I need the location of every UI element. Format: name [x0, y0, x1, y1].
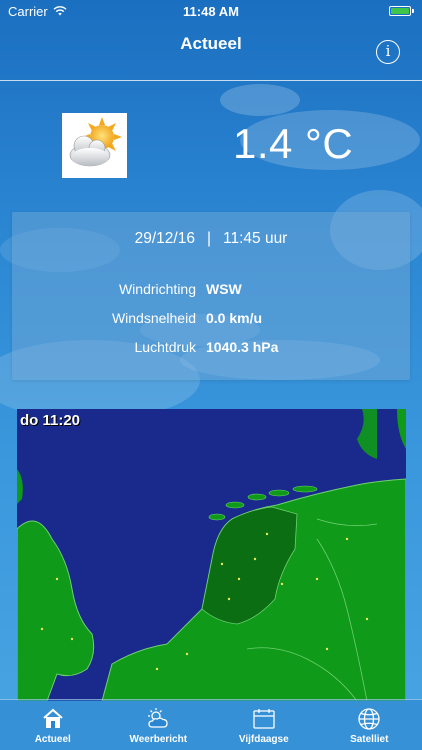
radar-timestamp: do 11:20	[20, 412, 81, 429]
wind-speed-value: 0.0 km/u	[206, 309, 263, 326]
datetime-separator: |	[206, 230, 211, 247]
wind-direction-label: Windrichting	[118, 280, 196, 297]
page-title: Actueel	[180, 34, 242, 53]
conditions-list: Windrichting WSW Windsnelheid 0.0 km/u L…	[12, 274, 410, 361]
tab-vijfdaagse-label: Vijfdaagse	[238, 734, 289, 745]
tab-weerbericht[interactable]: Weerbericht	[106, 700, 212, 750]
nav-divider	[0, 80, 422, 81]
pressure-value: 1040.3 hPa	[206, 338, 279, 355]
home-icon	[43, 708, 63, 728]
tab-weerbericht-label: Weerbericht	[129, 734, 188, 745]
observation-date: 29/12/16	[134, 230, 195, 247]
conditions-card: 29/12/16 | 11:45 uur Windrichting WSW Wind…	[12, 212, 410, 380]
observation-datetime: 29/12/16 | 11:45 uur	[12, 230, 410, 248]
tab-vijfdaagse[interactable]: Vijfdaagse	[211, 700, 317, 750]
tab-actueel[interactable]: Actueel	[0, 700, 106, 750]
info-button[interactable]: i	[376, 40, 400, 64]
cloud-sun-icon	[148, 708, 168, 728]
status-bar: Carrier 11:48 AM	[0, 0, 422, 22]
tab-actueel-label: Actueel	[34, 734, 71, 745]
radar-map[interactable]: do 11:20	[17, 409, 406, 701]
temperature-value: 1.4 °C	[233, 120, 354, 167]
wind-direction-row: Windrichting WSW	[12, 274, 410, 303]
tab-satelliet-label: Satelliet	[350, 734, 389, 745]
globe-icon	[358, 708, 380, 730]
pressure-row: Luchtdruk 1040.3 hPa	[12, 332, 410, 361]
tab-bar: Actueel Weerbericht Vijfdaagse Satelliet	[0, 699, 422, 750]
wind-direction-value: WSW	[206, 280, 242, 297]
observation-time: 11:45 uur	[223, 230, 288, 247]
tab-satelliet[interactable]: Satelliet	[317, 700, 422, 750]
navigation-bar: Actueel i	[0, 22, 422, 80]
wind-speed-label: Windsnelheid	[111, 309, 196, 326]
radar-map-image	[17, 409, 406, 701]
partly-cloudy-sun-icon	[62, 113, 127, 178]
wind-speed-row: Windsnelheid 0.0 km/u	[12, 303, 410, 332]
pressure-label: Luchtdruk	[134, 338, 196, 355]
calendar-icon	[253, 709, 275, 729]
status-time: 11:48 AM	[183, 3, 239, 19]
